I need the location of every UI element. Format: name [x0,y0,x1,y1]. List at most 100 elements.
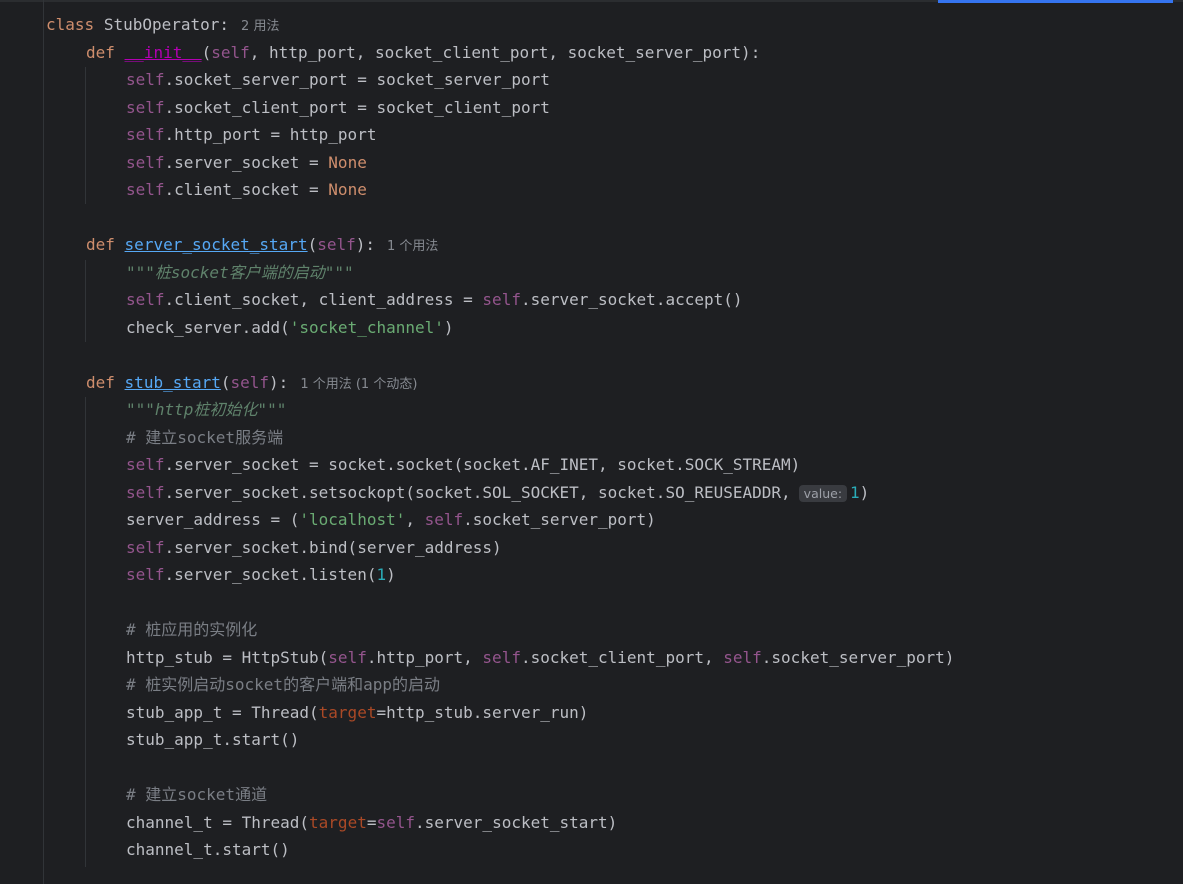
code-line[interactable]: channel_t = Thread(target=self.server_so… [126,809,617,837]
self-ref: self [126,290,165,309]
code-line[interactable]: http_stub = HttpStub(self.http_port, sel… [126,644,954,672]
code-line[interactable]: self.http_port = http_port [126,121,376,149]
self-ref: self [126,70,165,89]
code-line[interactable]: server_address = ('localhost', self.sock… [126,506,656,534]
statement: server_address = ( [126,510,300,529]
code-line[interactable]: self.server_socket.listen(1) [126,561,396,589]
statement: .client_socket = [164,180,329,199]
statement: .server_socket.bind(server_address) [164,538,502,557]
code-line[interactable]: self.socket_client_port = socket_client_… [126,94,550,122]
usage-hint[interactable]: 2 用法 [241,19,279,34]
code-line-def-server-socket-start[interactable]: def server_socket_start(self): 1 个用法 [86,231,438,259]
code-line-def-stub-start[interactable]: def stub_start(self): 1 个用法 (1 个动态) [86,369,417,397]
paren: ) [859,483,870,502]
indent-guide [85,397,86,867]
function-name: server_socket_start [124,235,308,254]
code-line-docstring[interactable]: """桩socket客户端的启动""" [126,259,354,287]
code-line-def-init[interactable]: def __init__(self, http_port, socket_cli… [86,39,760,67]
string-literal: 'socket_channel' [289,318,444,337]
code-line[interactable]: stub_app_t.start() [126,726,299,754]
statement: .server_socket_start) [415,813,618,832]
code-line[interactable]: self.client_socket = None [126,176,367,204]
statement: .socket_server_port = socket_server_port [164,70,550,89]
statement: channel_t.start() [126,840,290,859]
statement: .server_socket = [164,153,329,172]
code-line-comment[interactable]: # 桩应用的实例化 [126,616,257,644]
self-ref: self [424,510,464,529]
none-literal: None [328,180,367,199]
statement: .server_socket.accept() [520,290,743,309]
paren: ( [220,373,231,392]
keyword: def [86,43,115,62]
self-param: self [211,43,250,62]
code-line[interactable]: channel_t.start() [126,836,290,864]
self-ref: self [126,455,165,474]
argument: .socket_client_port, [520,648,724,667]
function-name: __init__ [124,43,202,62]
self-ref: self [126,538,165,557]
gutter-divider [43,0,44,884]
self-ref: self [126,180,165,199]
code-line-comment[interactable]: # 桩实例启动socket的客户端和app的启动 [126,671,440,699]
number-literal: 1 [376,565,387,584]
self-ref: self [482,648,521,667]
paren: ) [386,565,396,584]
statement: stub_app_t.start() [126,730,300,749]
code-line[interactable]: self.server_socket.bind(server_address) [126,534,502,562]
code-line-docstring[interactable]: """http桩初始化""" [126,396,286,424]
comment: # 桩应用的实例化 [126,620,258,639]
code-editor[interactable]: class StubOperator: 2 用法 def __init__(sel… [0,0,1183,884]
statement: .server_socket.setsockopt(socket.SOL_SOC… [164,483,791,502]
code-line[interactable]: self.server_socket = None [126,149,367,177]
self-ref: self [126,483,165,502]
parameter-name-hint: value: [798,485,848,502]
keyword: def [86,235,115,254]
statement: stub_app_t = Thread( [126,703,319,722]
params: , http_port, socket_client_port, socket_… [249,43,761,62]
self-ref: self [126,125,165,144]
self-ref: self [126,565,165,584]
statement: .client_socket, client_address = [164,290,483,309]
statement: channel_t = Thread( [126,813,310,832]
code-line-comment[interactable]: # 建立socket通道 [126,781,267,809]
self-ref: self [723,648,762,667]
docstring: """http桩初始化""" [126,400,287,419]
active-tab-indicator [938,0,1173,3]
keyword-argument: target [309,813,367,832]
code-line[interactable]: self.server_socket = socket.socket(socke… [126,451,800,479]
docstring: """桩socket客户端的启动""" [126,263,354,282]
separator: , [405,510,425,529]
statement: .socket_client_port = socket_client_port [164,98,550,117]
usage-hint[interactable]: 1 个用法 (1 个动态) [300,377,417,392]
code-line[interactable]: self.socket_server_port = socket_server_… [126,66,550,94]
argument: .socket_server_port) [761,648,955,667]
self-ref: self [482,290,521,309]
statement: =http_stub.server_run) [376,703,589,722]
statement: .server_socket.listen( [164,565,377,584]
comment: # 桩实例启动socket的客户端和app的启动 [126,675,440,694]
number-literal: 1 [850,483,860,502]
colon: : [219,15,230,34]
usage-hint[interactable]: 1 个用法 [387,239,438,254]
paren: ( [201,43,212,62]
keyword: class [46,15,95,34]
self-param: self [230,373,270,392]
paren: ): [355,235,376,254]
code-line[interactable]: check_server.add('socket_channel') [126,314,454,342]
comment: # 建立socket通道 [126,785,268,804]
statement: http_stub = HttpStub( [126,648,329,667]
string-literal: 'localhost' [299,510,406,529]
keyword-argument: target [318,703,377,722]
code-line-comment[interactable]: # 建立socket服务端 [126,424,283,452]
code-line-class-decl[interactable]: class StubOperator: 2 用法 [46,11,279,39]
indent-guide [85,67,86,204]
statement: .http_port = http_port [164,125,377,144]
self-ref: self [126,98,165,117]
statement: .server_socket = socket.socket(socket.AF… [164,455,801,474]
self-ref: self [126,153,165,172]
code-line[interactable]: self.server_socket.setsockopt(socket.SOL… [126,479,869,507]
code-line[interactable]: stub_app_t = Thread(target=http_stub.ser… [126,699,588,727]
keyword: def [86,373,115,392]
code-line[interactable]: self.client_socket, client_address = sel… [126,286,743,314]
indent-guide [85,260,86,342]
